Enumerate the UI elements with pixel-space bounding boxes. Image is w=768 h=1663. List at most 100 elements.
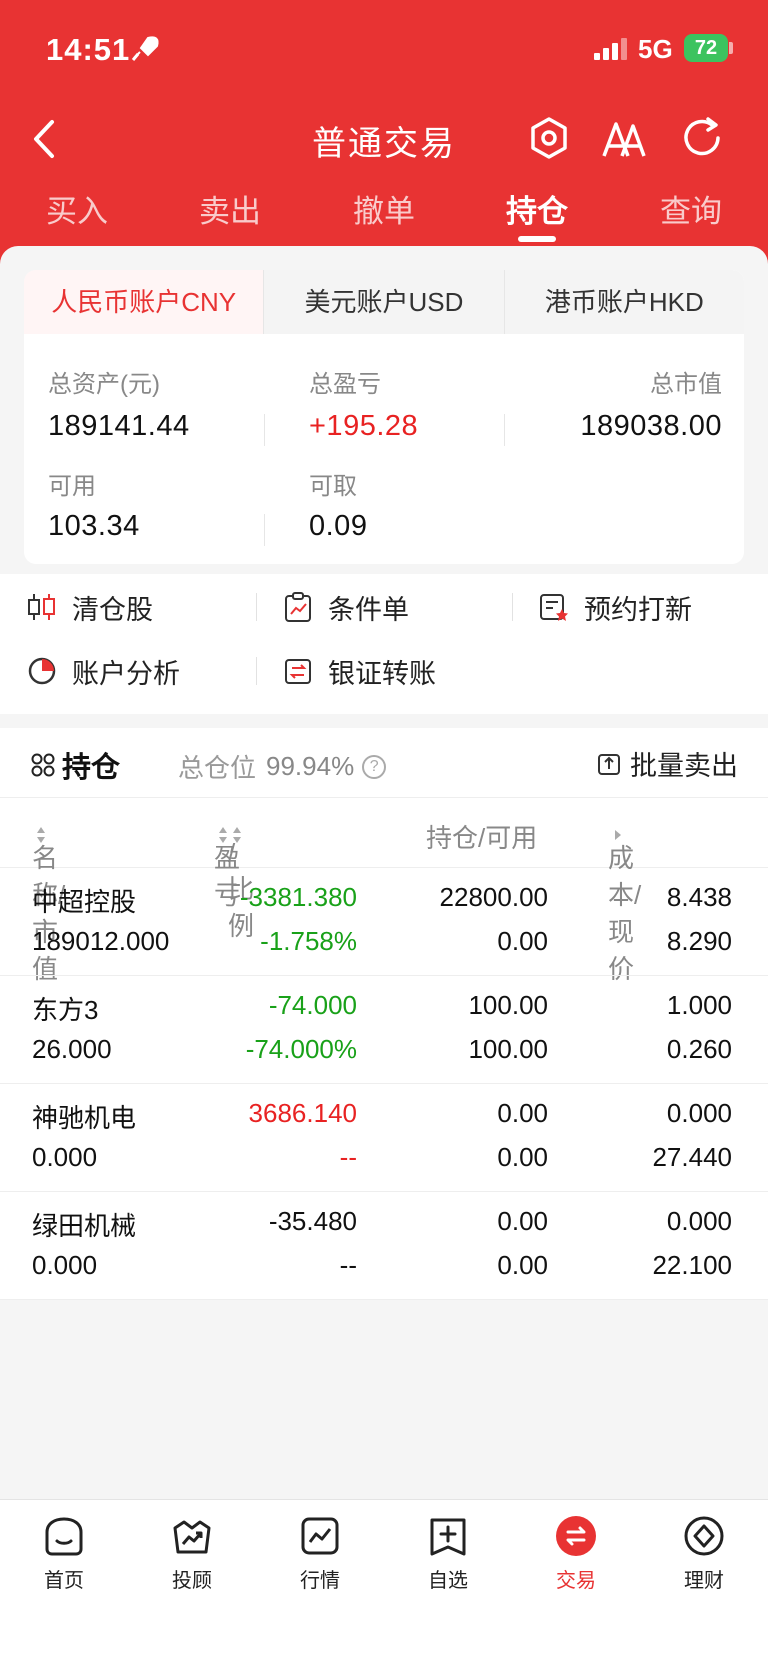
stock-name: 东方3 — [32, 995, 99, 1025]
tab-cny-account[interactable]: 人民币账户CNY — [24, 270, 264, 334]
holdings-title-label: 持仓 — [62, 752, 121, 784]
stock-available: 0.00 — [497, 1142, 548, 1172]
bank-transfer-label: 银证转账 — [328, 658, 436, 689]
account-analysis-button[interactable]: 账户分析 — [26, 646, 180, 696]
clear-position-button[interactable]: 清仓股 — [26, 582, 153, 632]
advisor-icon — [173, 1520, 211, 1554]
status-bar: 14:51 5G 72 — [0, 0, 768, 100]
ipo-subscribe-button[interactable]: 预约打新 — [538, 582, 692, 632]
stock-pnl: -74.000 — [268, 990, 357, 1020]
stock-name: 神驰机电 — [32, 1103, 137, 1133]
stock-cost: 8.438 — [666, 882, 732, 912]
batch-sell-button[interactable]: 批量卖出 — [596, 744, 738, 783]
divider — [256, 657, 257, 685]
active-tab-indicator — [518, 236, 556, 242]
signal-icon — [594, 38, 627, 60]
candlestick-icon — [28, 594, 55, 620]
col-name-value[interactable]: 名称/市值 — [32, 818, 65, 984]
divider — [264, 414, 265, 446]
nav-finance-label: 理财 — [684, 1570, 724, 1592]
stock-price: 0.260 — [666, 1034, 732, 1064]
bank-transfer-button[interactable]: 银证转账 — [282, 646, 436, 696]
stock-cost: 0.000 — [666, 1206, 732, 1236]
total-assets-value: 189141.44 — [48, 410, 190, 442]
market-value-label: 总市值 — [650, 371, 722, 398]
col-pnl-ratio[interactable]: 盈亏/比例 — [214, 818, 254, 941]
stock-market-value: 0.000 — [32, 1250, 98, 1280]
stock-available: 0.00 — [497, 1250, 548, 1280]
stock-available: 100.00 — [468, 1034, 548, 1064]
transfer-icon — [285, 659, 311, 684]
divider — [256, 593, 257, 621]
table-row[interactable]: 绿田机械 0.000 -35.480 -- 0.00 0.00 0.000 22… — [0, 1192, 768, 1300]
nav-trade[interactable]: 交易 — [512, 1514, 640, 1593]
help-icon[interactable]: ? — [362, 754, 387, 779]
stock-pnl-ratio: -1.758% — [260, 926, 357, 956]
tab-holdings[interactable]: 持仓 — [477, 186, 597, 231]
finance-icon — [684, 1516, 724, 1556]
table-header: 名称/市值 盈亏/比例 持仓/可用 成本/现价 — [0, 798, 768, 984]
total-position-value: 99.94% — [266, 751, 355, 781]
nav-finance[interactable]: 理财 — [640, 1514, 768, 1593]
tab-cancel-order[interactable]: 撤单 — [324, 186, 444, 231]
pie-chart-icon — [28, 657, 56, 685]
nav-advisor-label: 投顾 — [172, 1570, 212, 1592]
ipo-subscribe-label: 预约打新 — [584, 594, 692, 625]
nav-watchlist[interactable]: 自选 — [384, 1514, 512, 1593]
tab-query[interactable]: 查询 — [631, 186, 751, 231]
stock-name: 中超控股 — [32, 887, 137, 917]
divider — [264, 514, 265, 546]
holdings-title: 持仓 — [30, 744, 120, 786]
stock-cost: 0.000 — [666, 1098, 732, 1128]
trade-tabs: 买入 卖出 撤单 持仓 查询 — [0, 186, 768, 246]
quick-actions: 清仓股 条件单 预约打新 账户分析 银证转账 — [0, 574, 768, 714]
stock-pnl-ratio: -- — [339, 1250, 357, 1280]
market-icon — [301, 1517, 339, 1555]
stock-market-value: 26.000 — [32, 1034, 112, 1064]
stock-available: 0.00 — [497, 926, 548, 956]
withdrawable-value: 0.09 — [309, 510, 368, 542]
stock-name: 绿田机械 — [32, 1211, 137, 1241]
table-row[interactable]: 东方3 26.000 -74.000 -74.000% 100.00 100.0… — [0, 976, 768, 1084]
rocket-icon — [131, 36, 159, 61]
home-icon — [45, 1517, 83, 1556]
page-title: 普通交易 — [312, 125, 456, 163]
account-analysis-label: 账户分析 — [72, 658, 180, 689]
font-size-icon[interactable] — [600, 114, 648, 162]
stock-pnl: -3381.380 — [239, 882, 357, 912]
conditional-order-label: 条件单 — [328, 594, 409, 625]
stock-pnl: -35.480 — [268, 1206, 357, 1236]
tab-sell[interactable]: 卖出 — [170, 186, 290, 231]
stock-pnl: 3686.140 — [248, 1098, 357, 1128]
stock-price: 22.100 — [652, 1250, 732, 1280]
divider — [504, 414, 505, 446]
conditional-order-button[interactable]: 条件单 — [282, 582, 409, 632]
stock-position: 22800.00 — [439, 882, 548, 912]
bottom-nav: 首页 投顾 行情 自选 交易 理财 — [0, 1499, 768, 1663]
clipboard-chart-icon — [285, 592, 311, 622]
table-row[interactable]: 中超控股 189012.000 -3381.380 -1.758% 22800.… — [0, 868, 768, 976]
nav-market[interactable]: 行情 — [256, 1514, 384, 1593]
account-summary-card: 人民币账户CNY 美元账户USD 港币账户HKD 总资产(元) 189141.4… — [24, 270, 744, 564]
refresh-icon[interactable] — [678, 114, 726, 162]
table-row[interactable]: 神驰机电 0.000 3686.140 -- 0.00 0.00 0.000 2… — [0, 1084, 768, 1192]
settings-hexagon-icon[interactable] — [525, 114, 573, 162]
col-position-available: 持仓/可用 — [426, 823, 538, 853]
currency-tabs: 人民币账户CNY 美元账户USD 港币账户HKD — [24, 270, 744, 334]
stock-position: 100.00 — [468, 990, 548, 1020]
tab-buy[interactable]: 买入 — [17, 186, 137, 231]
battery-tip — [729, 42, 733, 54]
clear-position-label: 清仓股 — [72, 594, 153, 625]
nav-advisor[interactable]: 投顾 — [128, 1514, 256, 1593]
nav-market-label: 行情 — [300, 1570, 340, 1592]
market-value-value: 189038.00 — [580, 410, 722, 442]
col-cost-price[interactable]: 成本/现价 — [608, 818, 641, 984]
available-label: 可用 — [48, 473, 96, 500]
nav-watchlist-label: 自选 — [428, 1570, 468, 1592]
nav-home[interactable]: 首页 — [0, 1514, 128, 1593]
upload-icon — [598, 753, 620, 775]
tab-hkd-account[interactable]: 港币账户HKD — [503, 270, 744, 334]
available-value: 103.34 — [48, 510, 140, 542]
tab-usd-account[interactable]: 美元账户USD — [263, 270, 503, 334]
total-assets-label: 总资产(元) — [48, 371, 160, 398]
